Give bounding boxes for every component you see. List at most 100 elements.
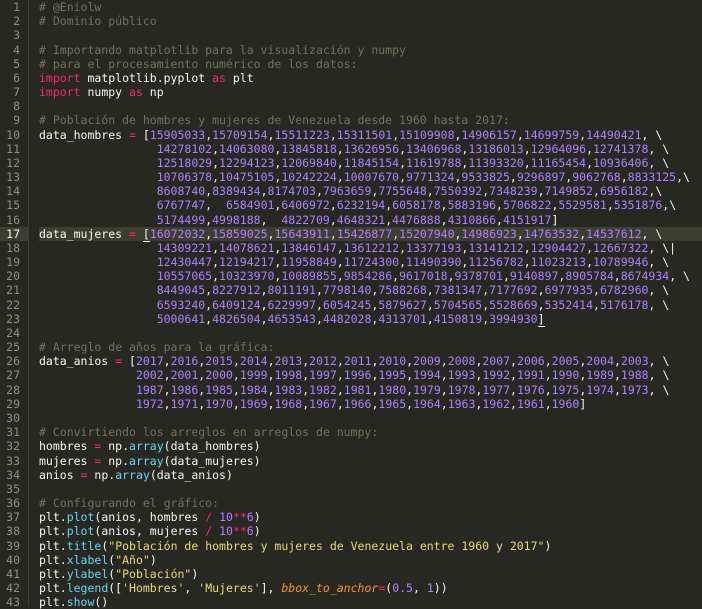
code-line[interactable]: 6767747, 6584901,6406972,6232194,6058178… [39,198,702,212]
code-line[interactable]: 2002,2001,2000,1999,1998,1997,1996,1995,… [39,368,702,382]
code-token: 1991 [516,368,545,383]
code-line[interactable]: # @Eniolw [39,0,702,14]
code-token: 8833125 [627,170,677,185]
code-token: 1975 [551,382,580,397]
code-line[interactable] [39,326,702,340]
line-number: 1 [13,0,20,14]
code-line[interactable] [39,482,702,496]
code-token: , [586,240,593,255]
code-line[interactable]: 14278102,14063080,13845818,13626956,1340… [39,142,702,156]
code-token: plt. [39,581,67,596]
code-line[interactable]: 5000641,4826504,4653543,4482028,4313701,… [39,311,702,327]
code-line[interactable]: # Configurando el gráfico: [39,496,702,510]
code-line[interactable]: plt.plot(anios, hombres / 10**6) [39,510,702,524]
code-line[interactable]: # Convirtiendo los arreglos en arreglos … [39,425,702,439]
code-line[interactable] [39,99,702,113]
code-line[interactable]: mujeres = np.array(data_mujeres) [39,454,702,468]
code-line[interactable]: 8449045,8227912,8011191,7798140,7588268,… [39,283,702,297]
code-token: 9533825 [461,170,510,185]
code-line[interactable]: plt.show() [39,595,702,609]
code-line[interactable]: plt.title("Población de hombres y mujere… [39,539,702,553]
code-token: 1982 [309,382,337,397]
code-line[interactable]: 10557065,10323970,10089855,9854286,96170… [39,269,702,283]
code-token: , [516,226,524,241]
code-line[interactable]: 12518029,12294123,12069840,11845154,1161… [39,156,702,170]
code-line[interactable]: 1972,1971,1970,1969,1968,1967,1966,1965,… [39,397,702,411]
code-line[interactable]: # para el procesamiento numérico de los … [39,57,702,71]
code-token: 15207940 [399,226,455,241]
code-token: "Población de hombres y mujeres de Venez… [108,538,545,553]
code-token: 1997 [309,368,337,383]
code-token: 11490390 [406,255,462,270]
code-line[interactable]: # Población de hombres y mujeres de Vene… [39,113,702,127]
code-line[interactable]: 10706378,10475105,10242224,10007670,9771… [39,170,702,184]
code-token: 6 [246,524,254,539]
code-token: 15905033 [149,127,206,142]
code-token: , [510,354,518,369]
code-line[interactable]: 8608740,8389434,8174703,7963659,7755648,… [39,184,702,198]
code-line[interactable]: import matplotlib.pyplot as plt [39,71,702,85]
code-token: plot [66,524,95,539]
code-token: 5706822 [502,198,552,213]
code-line[interactable]: # Dominio público [39,14,702,28]
code-line[interactable]: 6593240,6409124,6229997,6054245,5879627,… [39,298,702,312]
code-line[interactable]: plt.legend(['Hombres', 'Mujeres'], bbox_… [39,581,702,595]
code-line[interactable]: import numpy as np [39,85,702,99]
code-line[interactable]: 1987,1986,1985,1984,1983,1982,1981,1980,… [39,383,702,397]
code-token: , \| [648,240,677,255]
code-token: 6584901 [225,198,275,213]
code-token: , [440,212,448,227]
code-line[interactable]: # Arreglo de años para la gráfica: [39,340,702,354]
line-number: 15 [6,198,20,213]
code-token: , [537,283,545,298]
code-token: 1999 [239,368,268,383]
code-token: 2014 [239,354,268,369]
code-token: 1988 [620,368,649,383]
code-line[interactable]: 14309221,14078621,13846147,13612212,1337… [39,241,702,255]
code-token: , [329,226,337,241]
code-token: # para el procesamiento numérico de los … [39,56,358,71]
code-token: , [163,382,171,397]
code-editor[interactable]: 1 2 3 4 5 6 7 8 9 10 11 12 13 14 15 16 17 18 19 20 21 22 23 24 2… [0,0,702,609]
code-token: 1981 [343,382,372,397]
code-token: 2002 [135,368,164,383]
code-line[interactable]: data_mujeres = [16072032,15859025,156439… [39,226,702,242]
code-token: 13612212 [343,240,400,255]
code-token: 1972 [135,396,164,411]
code-line[interactable] [39,411,702,425]
code-line[interactable]: # Importando matplotlib para la visualiz… [39,43,702,57]
code-line[interactable]: hombres = np.array(data_hombres) [39,439,702,453]
line-number: 14 [6,184,20,199]
code-token: plt. [39,566,67,581]
code-line[interactable]: plt.xlabel("Año") [39,553,702,567]
code-token: , [260,184,268,199]
code-token: , [163,354,171,369]
code-line[interactable] [39,28,702,42]
code-token: , \ [648,354,670,369]
code-token: , [440,354,448,369]
code-token: data_anios [39,354,116,369]
code-line[interactable]: 12430447,12194217,11958849,11724300,1149… [39,255,702,269]
code-token: 5351876 [613,198,663,213]
code-token: 16072032 [149,226,206,241]
code-token: 2009 [413,354,441,369]
code-area[interactable]: # @Eniolw # Dominio público # Importando … [39,0,702,609]
code-token: , [537,184,545,199]
code-token: 1986 [170,382,199,397]
line-number: 38 [6,524,20,539]
code-line[interactable]: plt.ylabel("Población") [39,567,702,581]
code-token: 15311501 [336,127,393,142]
code-line[interactable]: data_anios = [2017,2016,2015,2014,2013,2… [39,354,702,368]
code-line[interactable]: anios = np.array(data_anios) [39,468,702,482]
code-line[interactable]: data_hombres = [15905033,15709154,155112… [39,128,702,142]
code-line[interactable]: plt.plot(anios, mujeres / 10**6) [39,524,702,538]
code-token: , [510,396,517,411]
code-token: plot [66,510,95,525]
code-token: , [184,581,199,596]
code-token: 10089855 [281,269,337,284]
code-token: import [39,85,81,100]
code-token: 7798140 [322,283,372,298]
code-line[interactable]: 5174499,4998188, 4822709,4648321,4476888… [39,213,702,227]
code-token: # Convirtiendo los arreglos en arreglos … [39,425,379,440]
